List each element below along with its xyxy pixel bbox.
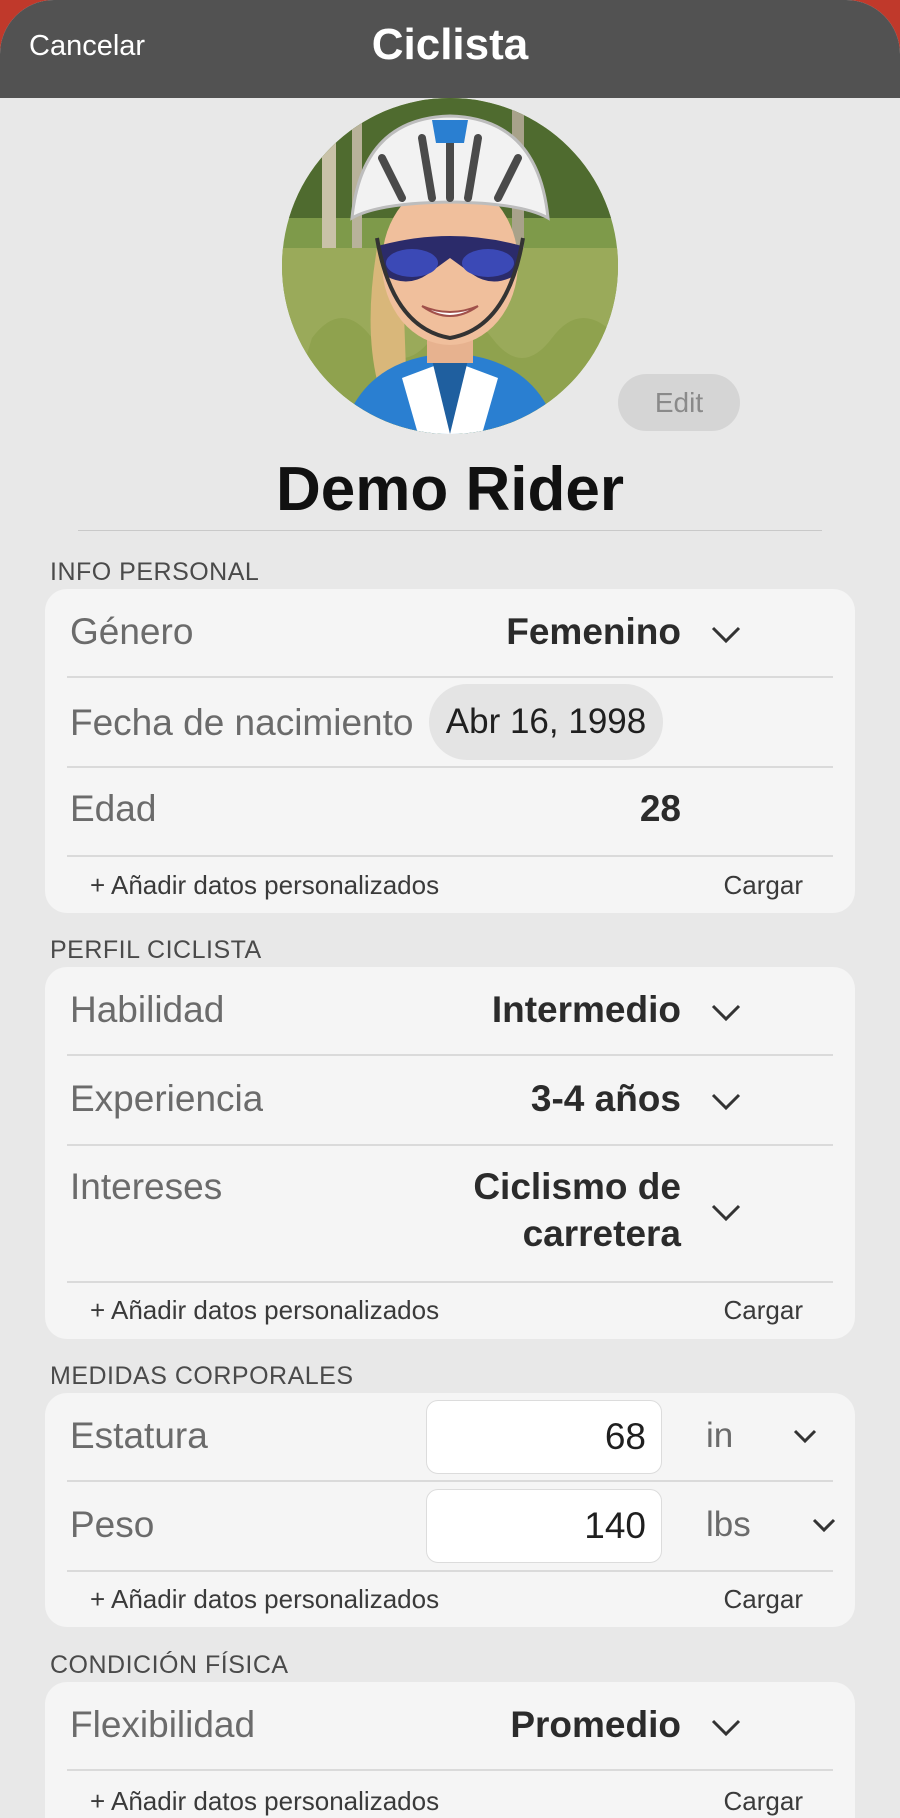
chevron-down-icon[interactable]	[711, 626, 741, 644]
cycling-profile-card: Habilidad Intermedio Experiencia 3-4 año…	[45, 967, 855, 1339]
page-title: Ciclista	[371, 20, 529, 69]
load-button[interactable]: Cargar	[724, 1295, 803, 1326]
section-header-fitness: CONDICIÓN FÍSICA	[50, 1651, 289, 1679]
height-row: Estatura 68 in	[45, 1393, 855, 1481]
body-measurements-card: Estatura 68 in Peso 140 lbs + Añadir dat…	[45, 1393, 855, 1627]
chevron-down-icon[interactable]	[711, 1004, 741, 1022]
section-header-body: MEDIDAS CORPORALES	[50, 1362, 354, 1390]
rider-photo	[282, 98, 618, 434]
screen: Cancelar Ciclista Edit Demo Rider INFO P…	[0, 0, 900, 1818]
load-button[interactable]: Cargar	[724, 1786, 803, 1817]
load-button[interactable]: Cargar	[724, 870, 803, 901]
gender-value[interactable]: Femenino	[506, 611, 681, 653]
weight-row: Peso 140 lbs	[45, 1482, 855, 1570]
gender-row[interactable]: Género Femenino	[45, 589, 855, 677]
chevron-down-icon[interactable]	[793, 1429, 817, 1444]
add-custom-data-link[interactable]: + Añadir datos personalizados	[90, 870, 439, 901]
fitness-card: Flexibilidad Promedio + Añadir datos per…	[45, 1682, 855, 1818]
weight-input[interactable]: 140	[426, 1489, 662, 1563]
load-button[interactable]: Cargar	[724, 1584, 803, 1615]
flexibility-label: Flexibilidad	[70, 1704, 256, 1745]
experience-row[interactable]: Experiencia 3-4 años	[45, 1056, 855, 1144]
rider-name[interactable]: Demo Rider	[0, 454, 900, 525]
weight-label: Peso	[70, 1504, 155, 1545]
experience-label: Experiencia	[70, 1078, 264, 1119]
interests-label: Intereses	[70, 1166, 223, 1207]
add-custom-data-link[interactable]: + Añadir datos personalizados	[90, 1584, 439, 1615]
skill-label: Habilidad	[70, 989, 225, 1030]
add-custom-data-link[interactable]: + Añadir datos personalizados	[90, 1295, 439, 1326]
height-input[interactable]: 68	[426, 1400, 662, 1474]
divider	[67, 855, 833, 857]
height-unit[interactable]: in	[706, 1416, 733, 1456]
age-label: Edad	[70, 788, 157, 829]
interests-value-line2[interactable]: carretera	[523, 1213, 681, 1255]
birthdate-picker[interactable]: Abr 16, 1998	[429, 684, 663, 760]
weight-unit[interactable]: lbs	[706, 1505, 751, 1545]
section-header-personal: INFO PERSONAL	[50, 558, 260, 586]
gender-label: Género	[70, 611, 194, 652]
edit-photo-button[interactable]: Edit	[618, 374, 740, 431]
height-label: Estatura	[70, 1415, 208, 1456]
add-custom-data-link[interactable]: + Añadir datos personalizados	[90, 1786, 439, 1817]
divider	[67, 1769, 833, 1771]
birthdate-row: Fecha de nacimiento Abr 16, 1998	[45, 678, 855, 766]
name-underline	[78, 530, 822, 531]
chevron-down-icon[interactable]	[711, 1204, 741, 1222]
interests-row[interactable]: Intereses Ciclismo de carretera	[45, 1146, 855, 1281]
avatar[interactable]	[282, 98, 618, 434]
divider	[67, 1281, 833, 1283]
chevron-down-icon[interactable]	[711, 1719, 741, 1737]
age-value: 28	[639, 788, 681, 829]
skill-value[interactable]: Intermedio	[492, 989, 681, 1031]
chevron-down-icon[interactable]	[812, 1518, 836, 1533]
flexibility-row[interactable]: Flexibilidad Promedio	[45, 1682, 855, 1770]
skill-row[interactable]: Habilidad Intermedio	[45, 967, 855, 1055]
experience-value[interactable]: 3-4 años	[531, 1078, 681, 1120]
personal-info-card: Género Femenino Fecha de nacimiento Abr …	[45, 589, 855, 913]
age-row: Edad 28	[45, 768, 855, 856]
navigation-bar: Cancelar Ciclista	[0, 0, 900, 98]
divider	[67, 1570, 833, 1572]
flexibility-value[interactable]: Promedio	[510, 1704, 681, 1746]
birthdate-label: Fecha de nacimiento	[70, 702, 414, 743]
chevron-down-icon[interactable]	[711, 1093, 741, 1111]
interests-value-line1[interactable]: Ciclismo de	[473, 1166, 681, 1208]
section-header-cycling: PERFIL CICLISTA	[50, 936, 262, 964]
